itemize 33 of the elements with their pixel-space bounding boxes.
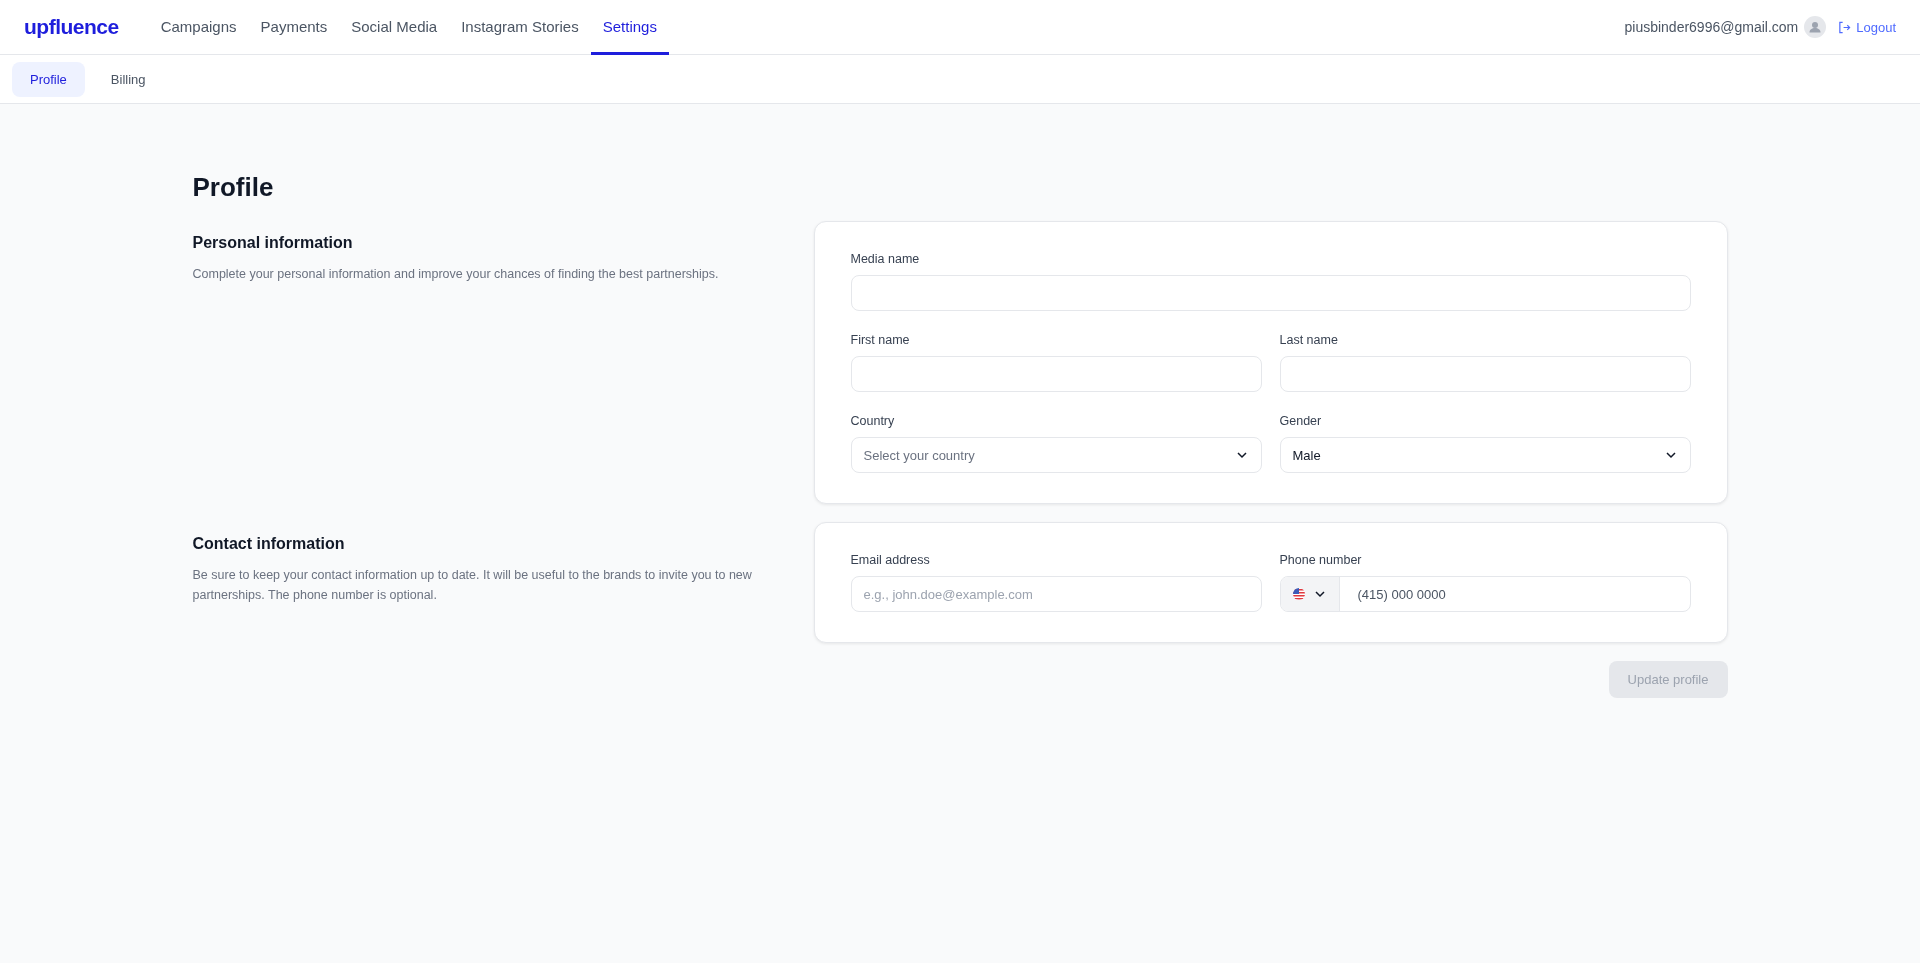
field-label: Country <box>850 414 896 428</box>
avatar-icon[interactable] <box>1804 16 1827 38</box>
logout-icon <box>1838 20 1852 34</box>
section-description: Be sure to keep your contact information up to date. It will be useful to the brands to invite you to new partnerships. The phone number is optional. <box>192 567 753 604</box>
user-email: piusbinder6996@gmail.com <box>1624 19 1799 35</box>
field-label: Media name <box>850 252 921 266</box>
logo[interactable]: upfluence <box>24 15 119 39</box>
nav-tab[interactable]: Payments <box>248 0 340 55</box>
flag-icon <box>1292 588 1305 600</box>
nav-tab[interactable]: Campaigns <box>148 0 249 55</box>
field-label: Email address <box>850 553 931 567</box>
country-code-picker[interactable] <box>1280 577 1340 611</box>
phone-field[interactable]: (415) 000 0000 <box>1279 576 1691 612</box>
nav-tab[interactable]: Social Media <box>339 0 450 55</box>
input-field[interactable] <box>850 275 1691 311</box>
section-heading: Personal information <box>192 234 354 252</box>
field-label: First name <box>850 333 911 347</box>
input-field[interactable] <box>850 356 1262 392</box>
phone-number-input[interactable]: (415) 000 0000 <box>1339 577 1690 611</box>
section-description: Complete your personal information and improve your chances of finding the best partnerships. <box>192 266 720 283</box>
sub-tab[interactable]: Billing <box>92 61 164 97</box>
select-field[interactable]: Male <box>1279 437 1691 473</box>
select-field[interactable]: Select your country <box>850 437 1262 473</box>
page-title: Profile <box>192 172 275 203</box>
input-field[interactable] <box>1279 356 1691 392</box>
nav-tab[interactable]: Instagram Stories <box>449 0 591 55</box>
sub-tab[interactable]: Profile <box>12 61 85 97</box>
field-label: Gender <box>1279 414 1323 428</box>
field-label: Phone number <box>1279 553 1363 567</box>
field-label: Last name <box>1279 333 1339 347</box>
input-field[interactable]: e.g., john.doe@example.com <box>850 576 1262 612</box>
logout-link[interactable]: Logout <box>1838 19 1896 35</box>
section-heading: Contact information <box>192 535 346 553</box>
